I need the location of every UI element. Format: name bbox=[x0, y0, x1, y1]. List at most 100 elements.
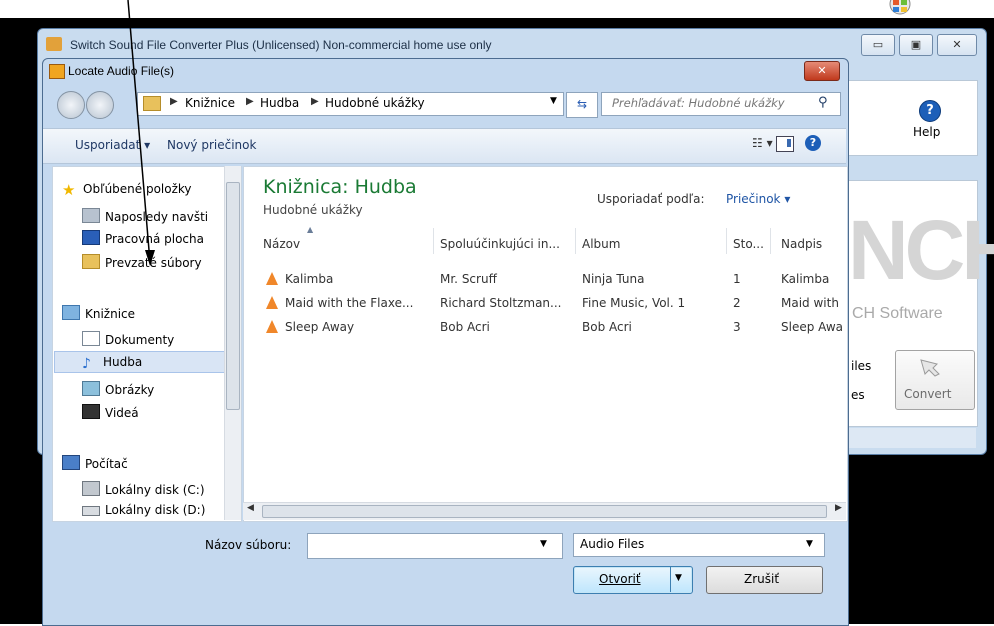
help-icon[interactable]: ? bbox=[919, 100, 941, 122]
scroll-right-arrow[interactable]: ▶ bbox=[835, 503, 842, 513]
filename-label: Názov súboru: bbox=[205, 538, 292, 552]
nav-item-desktop[interactable]: Pracovná plocha bbox=[82, 230, 204, 246]
nav-item-label: Obľúbené položky bbox=[83, 182, 192, 196]
nav-item-music[interactable]: ♪ Hudba bbox=[82, 355, 142, 371]
views-menu-icon[interactable]: ☷ ▾ bbox=[752, 136, 773, 150]
nav-item-label: Prevzaté súbory bbox=[105, 256, 202, 270]
new-folder-button[interactable]: Nový priečinok bbox=[167, 138, 256, 152]
file-track: 2 bbox=[733, 296, 741, 310]
downloads-icon bbox=[82, 254, 100, 269]
search-icon[interactable]: ⚲ bbox=[818, 95, 828, 110]
arrange-by-dropdown[interactable]: Priečinok ▾ bbox=[726, 192, 790, 206]
file-title: Sleep Awa bbox=[781, 320, 843, 334]
nav-item-label: Naposledy navšti bbox=[105, 210, 209, 224]
app-icon bbox=[46, 37, 62, 51]
breadcrumb-separator[interactable]: ▶ bbox=[246, 96, 254, 107]
file-list-pane bbox=[243, 166, 848, 522]
open-options-arrow[interactable]: ▼ bbox=[675, 573, 682, 583]
column-header-album[interactable]: Album bbox=[582, 237, 620, 251]
status-bar bbox=[843, 428, 976, 448]
filename-dropdown-arrow[interactable]: ▼ bbox=[540, 539, 547, 549]
nav-item-favorites[interactable]: ★ Obľúbené položky bbox=[62, 182, 192, 199]
column-header-name[interactable]: Názov bbox=[263, 237, 300, 251]
nav-item-libraries[interactable]: Knižnice bbox=[62, 305, 135, 321]
nav-item-disk-c[interactable]: Lokálny disk (C:) bbox=[82, 481, 205, 497]
audio-file-icon bbox=[266, 296, 278, 309]
add-files-button-fragment[interactable]: iles bbox=[851, 359, 871, 373]
nav-item-label: Knižnice bbox=[85, 307, 136, 321]
help-button-label[interactable]: Help bbox=[913, 125, 940, 139]
system-drive-icon bbox=[82, 481, 100, 496]
column-header-title[interactable]: Nadpis bbox=[781, 237, 822, 251]
close-button[interactable]: ✕ bbox=[937, 34, 977, 56]
breadcrumb-music[interactable]: Hudba bbox=[260, 96, 299, 110]
nav-item-downloads[interactable]: Prevzaté súbory bbox=[82, 254, 202, 270]
horizontal-scrollbar-thumb[interactable] bbox=[262, 505, 827, 518]
breadcrumb-separator[interactable]: ▶ bbox=[311, 96, 319, 107]
audio-file-icon bbox=[266, 272, 278, 285]
nav-item-label: Počítač bbox=[85, 457, 128, 471]
open-split-divider bbox=[670, 566, 671, 592]
file-artist: Bob Acri bbox=[440, 320, 490, 334]
command-bar bbox=[43, 128, 846, 164]
sort-arrow-icon: ▲ bbox=[307, 225, 314, 234]
file-album: Bob Acri bbox=[582, 320, 632, 334]
column-header-artist[interactable]: Spoluúčinkujúci in... bbox=[440, 237, 560, 251]
breadcrumb-libraries[interactable]: Knižnice bbox=[185, 96, 235, 110]
back-button[interactable] bbox=[57, 91, 85, 119]
nav-item-computer[interactable]: Počítač bbox=[62, 455, 128, 471]
preview-pane-icon[interactable] bbox=[776, 136, 794, 152]
column-divider[interactable] bbox=[726, 228, 727, 254]
folder-icon bbox=[143, 96, 161, 111]
arrange-by-label: Usporiadať podľa: bbox=[597, 192, 705, 206]
button-fragment[interactable]: es bbox=[851, 388, 865, 402]
column-divider[interactable] bbox=[433, 228, 434, 254]
breadcrumb-separator[interactable]: ▶ bbox=[170, 96, 178, 107]
nav-item-recent[interactable]: Naposledy navšti bbox=[82, 208, 208, 224]
convert-icon bbox=[920, 359, 940, 377]
nav-item-disk-d[interactable]: Lokálny disk (D:) bbox=[82, 503, 205, 517]
nch-logo: NCH bbox=[848, 203, 994, 297]
dialog-help-icon[interactable]: ? bbox=[805, 135, 821, 151]
table-row[interactable]: Sleep Away bbox=[266, 320, 354, 334]
filename-input[interactable] bbox=[307, 533, 563, 559]
nav-item-pictures[interactable]: Obrázky bbox=[82, 381, 154, 397]
file-name: Maid with the Flaxe... bbox=[285, 296, 414, 310]
nav-item-label: Hudba bbox=[103, 355, 143, 369]
audio-file-icon bbox=[266, 320, 278, 333]
music-note-icon: ♪ bbox=[82, 356, 91, 372]
column-divider[interactable] bbox=[770, 228, 771, 254]
table-row[interactable]: Kalimba bbox=[266, 272, 333, 286]
column-divider[interactable] bbox=[575, 228, 576, 254]
breadcrumb-sample-music[interactable]: Hudobné ukážky bbox=[325, 96, 425, 110]
file-track: 3 bbox=[733, 320, 741, 334]
dialog-close-button[interactable]: ✕ bbox=[804, 61, 840, 81]
desktop-icon bbox=[82, 230, 100, 245]
file-track: 1 bbox=[733, 272, 741, 286]
maximize-button[interactable]: ▣ bbox=[899, 34, 933, 56]
library-subtitle: Hudobné ukážky bbox=[263, 203, 363, 217]
nav-item-label: Dokumenty bbox=[105, 333, 175, 347]
nav-scrollbar-thumb[interactable] bbox=[226, 182, 240, 410]
minimize-button[interactable]: ▭ bbox=[861, 34, 895, 56]
filetype-dropdown-arrow[interactable]: ▼ bbox=[806, 539, 813, 549]
nav-item-label: Lokálny disk (D:) bbox=[105, 503, 206, 517]
search-placeholder[interactable]: Prehľadávať: Hudobné ukážky bbox=[612, 96, 785, 110]
forward-button[interactable] bbox=[86, 91, 114, 119]
nav-item-videos[interactable]: Videá bbox=[82, 404, 139, 420]
filetype-value: Audio Files bbox=[580, 537, 645, 551]
libraries-icon bbox=[62, 305, 80, 320]
background-toolbar bbox=[843, 80, 978, 156]
drive-icon bbox=[82, 506, 100, 516]
windows-orb-icon bbox=[889, 0, 911, 15]
documents-icon bbox=[82, 331, 100, 346]
file-artist: Richard Stoltzman... bbox=[440, 296, 562, 310]
nav-item-documents[interactable]: Dokumenty bbox=[82, 331, 174, 347]
refresh-button[interactable]: ⇆ bbox=[566, 92, 598, 118]
column-header-track[interactable]: Sto... bbox=[733, 237, 764, 251]
file-artist: Mr. Scruff bbox=[440, 272, 497, 286]
table-row[interactable]: Maid with the Flaxe... bbox=[266, 296, 413, 310]
organize-menu[interactable]: Usporiadať ▾ bbox=[75, 138, 150, 152]
address-dropdown-arrow[interactable]: ▼ bbox=[550, 96, 557, 106]
scroll-left-arrow[interactable]: ◀ bbox=[247, 503, 254, 513]
